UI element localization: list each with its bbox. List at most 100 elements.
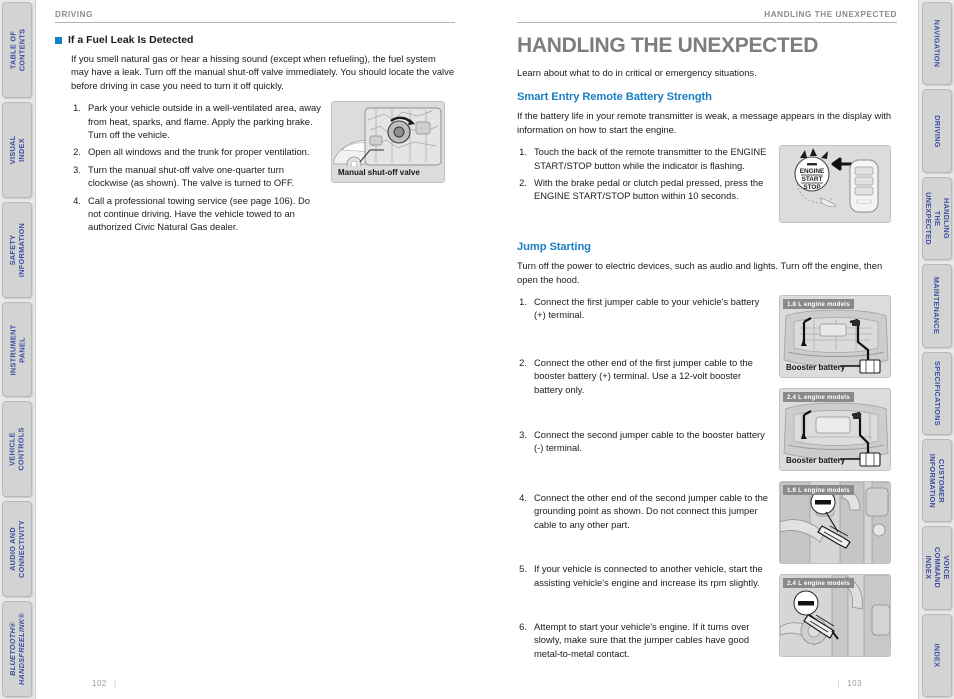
- step-text: Attempt to start your vehicle's engine. …: [534, 620, 750, 659]
- figure-tag: 2.4 L engine models: [783, 578, 854, 589]
- step-number: 3.: [73, 163, 81, 175]
- section1-figure-column: ENGINE START STOP: [769, 145, 897, 224]
- step-number: 2.: [73, 146, 81, 158]
- section2-figure-column: 1.8 L engine models Booster battery 2.4 …: [769, 295, 897, 664]
- sidebar-tab-label: DRIVING: [932, 114, 942, 148]
- bullet-square-icon: [55, 36, 62, 44]
- sidebar-tab-label: SAFETY INFORMATION: [8, 222, 27, 277]
- step-text: Park your vehicle outside in a well-vent…: [88, 102, 321, 141]
- step-number: 2.: [519, 356, 527, 368]
- section2-text-column: 1. Connect the first jumper cable to you…: [517, 295, 769, 664]
- right-page-number: | 103: [831, 679, 862, 688]
- sidebar-tab-vehicle-controls[interactable]: VEHICLE CONTROLS: [2, 401, 32, 498]
- sidebar-tab-handling-the-unexpected[interactable]: HANDLING THE UNEXPECTED: [922, 176, 952, 261]
- section2-steps-list: 1. Connect the first jumper cable to you…: [517, 295, 769, 660]
- step-number: 4.: [519, 491, 527, 503]
- svg-text:START: START: [802, 176, 823, 183]
- step-text: Connect the first jumper cable to your v…: [534, 296, 760, 321]
- step-text: With the brake pedal or clutch pedal pre…: [534, 177, 764, 202]
- sidebar-tab-instrument-panel[interactable]: INSTRUMENT PANEL: [2, 301, 32, 398]
- step-number: 6.: [519, 620, 527, 632]
- sidebar-tab-label: VISUAL INDEX: [8, 135, 26, 164]
- left-tab-strip: TABLE OF CONTENTS VISUAL INDEX SAFETY IN…: [0, 0, 36, 699]
- sidebar-tab-label: AUDIO AND CONNECTIVITY: [8, 520, 26, 579]
- sidebar-tab-visual-index[interactable]: VISUAL INDEX: [2, 101, 32, 198]
- sidebar-tab-label: INSTRUMENT PANEL: [8, 324, 26, 375]
- figure-caption: Manual shut-off valve: [338, 168, 420, 178]
- list-item: 5. If your vehicle is connected to anoth…: [517, 562, 769, 589]
- section2-columns: 1. Connect the first jumper cable to you…: [517, 295, 897, 664]
- list-item: 1. Park your vehicle outside in a well-v…: [71, 101, 321, 141]
- sidebar-tab-label: NAVIGATION: [932, 19, 942, 68]
- right-tab-strip: NAVIGATION DRIVING HANDLING THE UNEXPECT…: [918, 0, 954, 699]
- list-item: 2. With the brake pedal or clutch pedal …: [517, 176, 769, 203]
- step-number: 1.: [73, 102, 81, 114]
- svg-text:STOP: STOP: [803, 184, 821, 191]
- left-content-columns: 1. Park your vehicle outside in a well-v…: [55, 101, 455, 238]
- list-item: 2. Open all windows and the trunk for pr…: [71, 145, 321, 158]
- sidebar-tab-navigation[interactable]: NAVIGATION: [922, 2, 952, 86]
- sidebar-tab-customer-information[interactable]: CUSTOMER INFORMATION: [922, 438, 952, 523]
- sidebar-tab-label: INDEX: [932, 643, 942, 668]
- sidebar-tab-label: VEHICLE CONTROLS: [8, 427, 26, 472]
- svg-text:ENGINE: ENGINE: [800, 168, 825, 175]
- section-heading-smart-entry: Smart Entry Remote Battery Strength: [517, 91, 712, 104]
- figure-booster-battery-18l: 1.8 L engine models Booster battery: [779, 295, 891, 379]
- list-item: 6. Attempt to start your vehicle's engin…: [517, 620, 769, 660]
- sidebar-tab-label: TABLE OF CONTENTS: [8, 28, 26, 72]
- section1-columns: 1. Touch the back of the remote transmit…: [517, 145, 897, 224]
- remote-transmitter-illustration: ENGINE START STOP: [780, 146, 890, 223]
- figure-remote-to-start-button: ENGINE START STOP: [779, 145, 891, 224]
- sidebar-tab-voice-command-index[interactable]: VOICE COMMAND INDEX: [922, 526, 952, 610]
- sidebar-tab-audio-and-connectivity[interactable]: AUDIO AND CONNECTIVITY: [2, 501, 32, 598]
- right-running-head: HANDLING THE UNEXPECTED: [517, 10, 897, 23]
- left-steps-list: 1. Park your vehicle outside in a well-v…: [71, 101, 321, 234]
- folio-divider: |: [113, 679, 117, 688]
- step-number: 5.: [519, 563, 527, 575]
- left-figure-column: Manual shut-off valve: [321, 101, 455, 238]
- sidebar-tab-label: CUSTOMER INFORMATION: [928, 453, 946, 508]
- folio-divider: |: [837, 679, 841, 688]
- step-number: 2.: [519, 177, 527, 189]
- list-item: 4. Call a professional towing service (s…: [71, 194, 321, 234]
- left-section-heading-text: If a Fuel Leak Is Detected: [68, 34, 194, 46]
- left-steps-column: 1. Park your vehicle outside in a well-v…: [71, 101, 321, 238]
- list-item: 1. Connect the first jumper cable to you…: [517, 295, 769, 322]
- step-number: 1.: [519, 146, 527, 158]
- figure-caption: Booster battery: [786, 363, 846, 373]
- figure-grounding-point-18l: 1.8 L engine models: [779, 481, 891, 565]
- sidebar-tab-bluetooth-handsfreelink[interactable]: BLUETOOTH® HANDSFREELINK®: [2, 601, 32, 698]
- sidebar-tab-safety-information[interactable]: SAFETY INFORMATION: [2, 201, 32, 298]
- chapter-intro: Learn about what to do in critical or em…: [517, 67, 757, 78]
- list-item: 2. Connect the other end of the first ju…: [517, 356, 769, 396]
- step-text: Connect the other end of the second jump…: [534, 491, 769, 530]
- step-number: 1.: [519, 296, 527, 308]
- step-text: Touch the back of the remote transmitter…: [534, 146, 767, 171]
- step-number: 4.: [73, 194, 81, 206]
- step-text: Connect the other end of the first jumpe…: [534, 356, 753, 395]
- step-text: Turn the manual shut-off valve one-quart…: [88, 163, 295, 189]
- page-title: HANDLING THE UNEXPECTED: [517, 34, 819, 57]
- sidebar-tab-index[interactable]: INDEX: [922, 613, 952, 697]
- left-intro-paragraph: If you smell natural gas or hear a hissi…: [71, 53, 455, 91]
- section2-body: Turn off the power to electric devices, …: [517, 260, 883, 285]
- figure-tag: 1.8 L engine models: [783, 485, 854, 496]
- sidebar-tab-specifications[interactable]: SPECIFICATIONS: [922, 351, 952, 435]
- figure-grounding-point-24l: 2.4 L engine models: [779, 574, 891, 658]
- figure-tag: 1.8 L engine models: [783, 299, 854, 310]
- list-item: 4. Connect the other end of the second j…: [517, 491, 769, 531]
- sidebar-tab-maintenance[interactable]: MAINTENANCE: [922, 264, 952, 348]
- section1-steps-list: 1. Touch the back of the remote transmit…: [517, 145, 769, 203]
- list-item: 3. Turn the manual shut-off valve one-qu…: [71, 163, 321, 190]
- section1-body: If the battery life in your remote trans…: [517, 110, 892, 135]
- sidebar-tab-driving[interactable]: DRIVING: [922, 89, 952, 173]
- sidebar-tab-label: VOICE COMMAND INDEX: [923, 547, 951, 589]
- sidebar-tab-label: SPECIFICATIONS: [932, 360, 942, 426]
- left-section-heading: If a Fuel Leak Is Detected: [55, 34, 455, 46]
- step-text: If your vehicle is connected to another …: [534, 563, 763, 588]
- sidebar-tab-label: BLUETOOTH® HANDSFREELINK®: [8, 613, 27, 686]
- sidebar-tab-table-of-contents[interactable]: TABLE OF CONTENTS: [2, 2, 32, 98]
- step-text: Call a professional towing service (see …: [88, 194, 310, 233]
- left-page-number-value: 102: [92, 679, 107, 688]
